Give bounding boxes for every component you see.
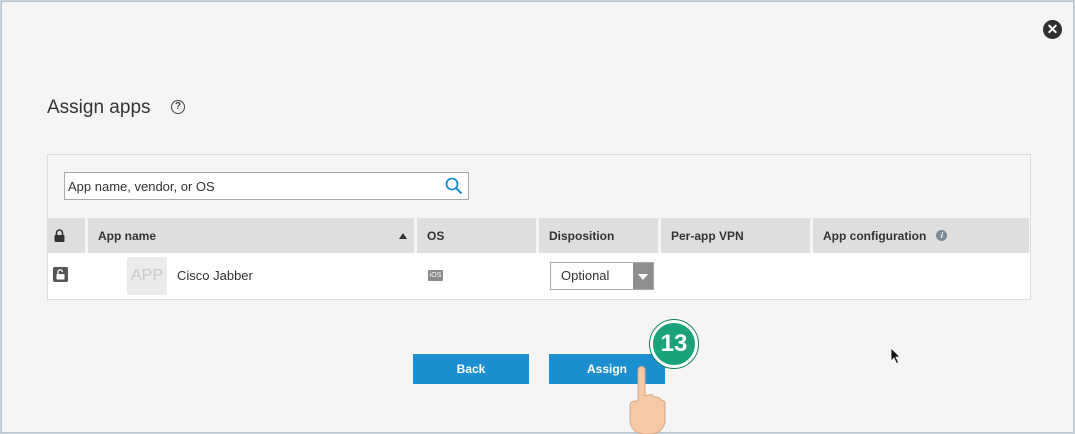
disposition-value: Optional bbox=[561, 268, 610, 283]
info-icon[interactable]: i bbox=[936, 230, 948, 241]
table-row[interactable]: APP Cisco Jabber iOS Optional bbox=[48, 253, 1030, 299]
column-os[interactable]: OS bbox=[417, 218, 536, 253]
chevron-down-icon[interactable] bbox=[633, 263, 653, 289]
column-per-app-vpn-label: Per-app VPN bbox=[671, 228, 744, 243]
table-header: App name OS Disposition Per-app VPN App … bbox=[48, 218, 1030, 253]
assign-apps-dialog: ✕ Assign apps ? App name OS bbox=[1, 1, 1074, 434]
mouse-cursor-icon bbox=[890, 347, 901, 365]
help-icon[interactable]: ? bbox=[171, 100, 185, 114]
column-disposition-label: Disposition bbox=[549, 228, 615, 243]
column-disposition[interactable]: Disposition bbox=[539, 218, 658, 253]
apps-panel: App name OS Disposition Per-app VPN App … bbox=[47, 154, 1031, 300]
search-icon[interactable] bbox=[445, 177, 463, 195]
disposition-select[interactable]: Optional bbox=[550, 262, 654, 290]
pointing-hand-icon bbox=[629, 366, 666, 434]
column-app-name[interactable]: App name bbox=[88, 218, 414, 253]
app-name: Cisco Jabber bbox=[177, 268, 253, 283]
column-app-configuration[interactable]: App configuration i bbox=[813, 218, 1029, 253]
search-input[interactable] bbox=[65, 173, 437, 199]
lock-column-header[interactable] bbox=[48, 218, 85, 253]
sort-ascending-icon[interactable] bbox=[399, 233, 407, 239]
back-button[interactable]: Back bbox=[413, 354, 529, 384]
column-app-name-label: App name bbox=[98, 228, 157, 243]
column-per-app-vpn[interactable]: Per-app VPN bbox=[661, 218, 810, 253]
lock-icon bbox=[54, 229, 65, 242]
app-icon: APP bbox=[127, 257, 167, 295]
column-os-label: OS bbox=[427, 228, 445, 243]
ios-badge: iOS bbox=[428, 270, 443, 281]
search-box bbox=[64, 172, 469, 200]
page-title: Assign apps bbox=[47, 97, 151, 118]
column-app-configuration-label: App configuration bbox=[823, 228, 927, 243]
step-number-badge: 13 bbox=[650, 320, 698, 368]
close-icon[interactable]: ✕ bbox=[1043, 20, 1062, 39]
unlock-icon[interactable] bbox=[53, 267, 68, 282]
